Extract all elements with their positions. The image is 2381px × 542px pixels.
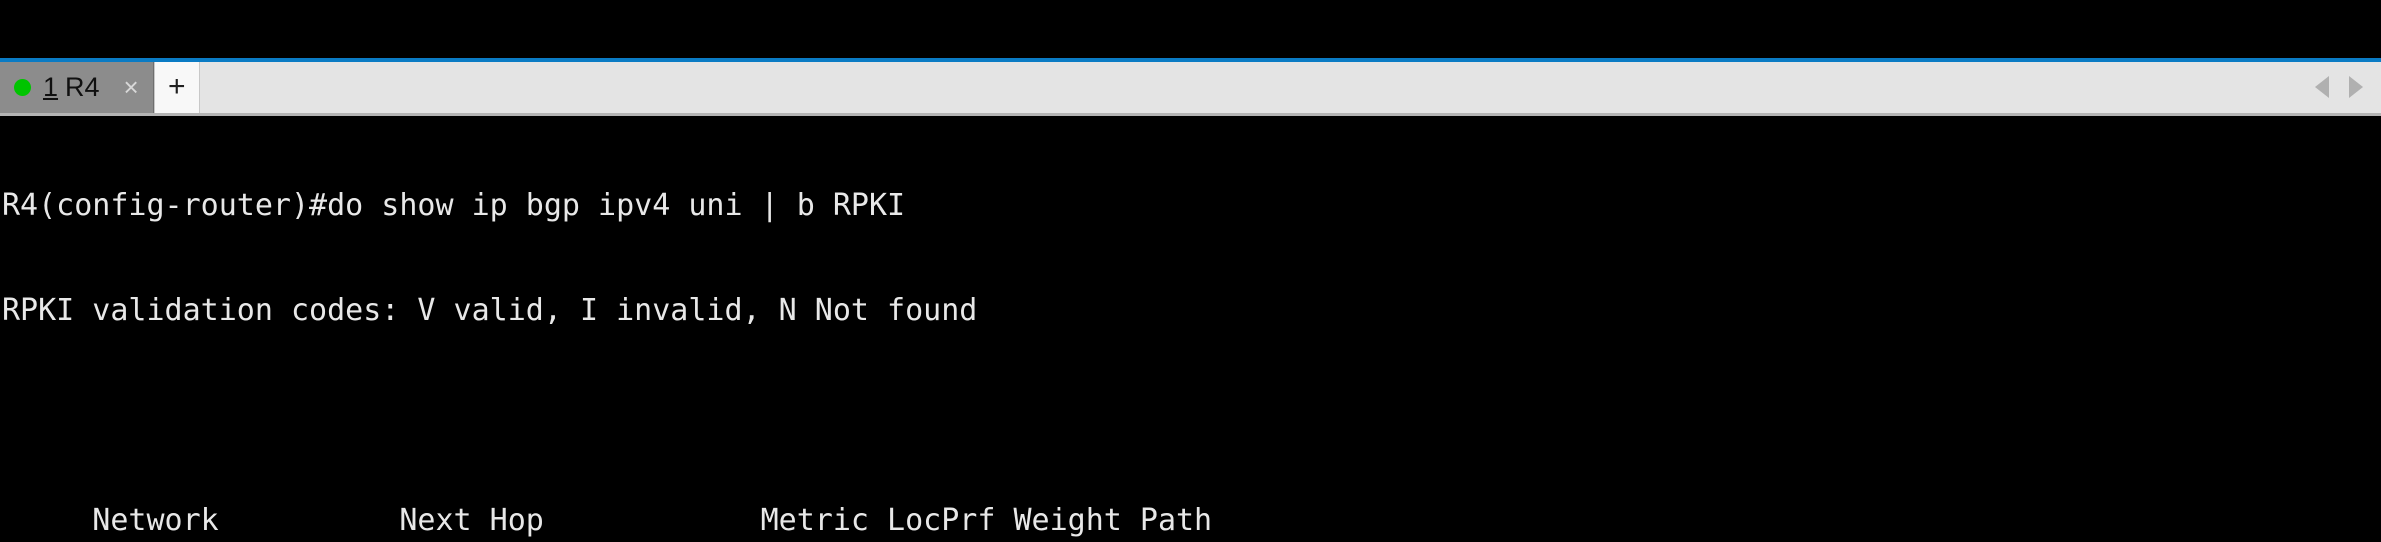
tabbar-spacer bbox=[200, 62, 2315, 113]
terminal-application-window: R2(config-router)#redistribute ospf 100 … bbox=[0, 0, 2381, 542]
chevron-right-icon[interactable] bbox=[2349, 76, 2363, 99]
terminal-table-header: Network Next Hop Metric LocPrf Weight Pa… bbox=[2, 502, 1213, 538]
terminal-pane-r2[interactable]: R2(config-router)#redistribute ospf 100 … bbox=[0, 0, 2381, 58]
green-dot-icon bbox=[14, 78, 31, 96]
tab-r4[interactable]: 1 R4 × bbox=[0, 61, 154, 113]
tab-scroll-controls bbox=[2315, 62, 2381, 113]
close-icon[interactable]: × bbox=[120, 74, 143, 100]
terminal-pane-r4[interactable]: R4(config-router)#do show ip bgp ipv4 un… bbox=[0, 115, 2381, 542]
tab-index-label: 1 bbox=[43, 71, 59, 102]
chevron-left-icon[interactable] bbox=[2315, 76, 2329, 99]
new-tab-button[interactable]: + bbox=[153, 61, 200, 113]
terminal-rpki-legend: RPKI validation codes: V valid, I invali… bbox=[2, 292, 978, 328]
tab-title-label: R4 bbox=[65, 71, 100, 102]
tab-bar: 1 R4 × + bbox=[0, 61, 2381, 116]
terminal-command-line: R4(config-router)#do show ip bgp ipv4 un… bbox=[2, 187, 906, 223]
